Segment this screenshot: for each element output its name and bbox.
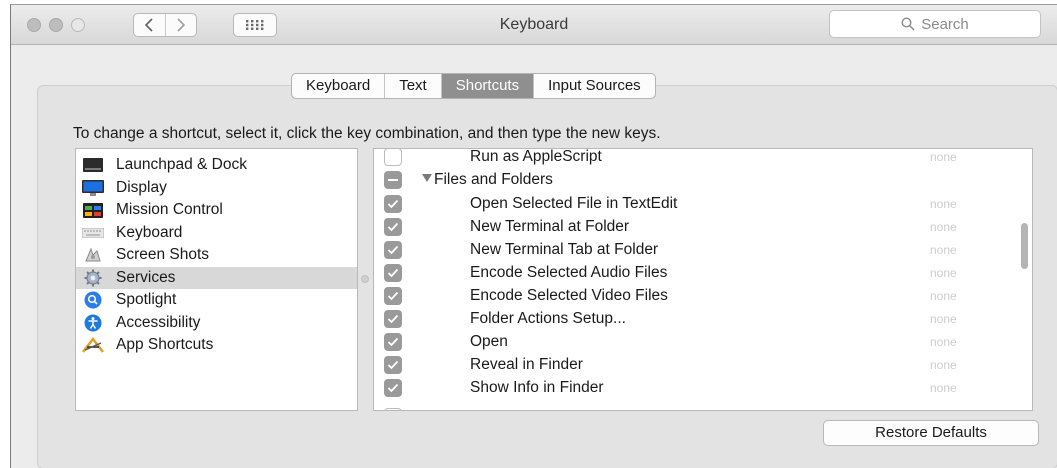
minus-icon [388,178,398,181]
app-shortcuts-icon [82,337,104,353]
checkmark-icon [387,383,399,392]
shortcut-row[interactable]: Encode Selected Audio Files none [374,261,1032,284]
shortcut-checkbox[interactable] [384,378,402,397]
mission-control-icon [82,202,104,218]
shortcut-label: Folder Actions Setup... [470,309,626,327]
checkmark-icon [387,360,399,369]
checkmark-icon [387,268,399,277]
shortcut-key[interactable]: none [930,289,957,303]
shortcut-checkbox[interactable] [384,240,402,259]
shortcut-key[interactable]: none [930,312,957,326]
shortcut-label: New Terminal Tab at Folder [470,240,659,258]
shortcut-label: Open [470,332,508,350]
category-label: Services [116,268,176,286]
tab-text[interactable]: Text [385,74,442,98]
checkmark-icon [387,199,399,208]
shortcut-key[interactable]: none [930,220,957,234]
category-label: App Shortcuts [116,336,214,354]
shortcut-label: Open Selected File in TextEdit [470,194,678,212]
accessibility-icon [82,314,104,332]
display-icon [82,179,104,196]
shortcut-checkbox[interactable] [384,149,402,166]
vertical-scrollbar-thumb[interactable] [1021,223,1028,269]
checkmark-icon [387,245,399,254]
shortcut-checkbox[interactable] [384,309,402,328]
keyboard-icon [82,225,104,241]
title-bar: Keyboard Search [11,5,1057,45]
shortcut-row[interactable]: Encode Selected Video Files none [374,284,1032,307]
keyboard-preferences-window: Keyboard Search Keyboard Text Shortcuts … [10,4,1057,468]
tab-keyboard[interactable]: Keyboard [292,74,386,98]
services-gear-icon [82,269,104,287]
shortcut-checkbox[interactable] [384,194,402,213]
shortcut-key[interactable]: none [930,150,957,164]
shortcut-checkbox[interactable] [384,263,402,282]
category-label: Display [116,178,167,196]
shortcut-checkbox [384,407,402,410]
disclosure-triangle-icon[interactable] [422,174,432,185]
shortcut-row[interactable]: New Terminal Tab at Folder none [374,238,1032,261]
search-field[interactable]: Search [829,10,1041,38]
shortcuts-list: Run as AppleScript none Files and Folder… [373,148,1033,411]
shortcut-row[interactable]: Open none [374,330,1032,353]
search-placeholder: Search [921,15,969,33]
search-icon [901,17,915,31]
category-screen-shots[interactable]: Screen Shots [76,244,357,267]
spotlight-icon [82,291,104,309]
shortcut-label: Encode Selected Audio Files [470,263,668,281]
checkmark-icon [387,337,399,346]
category-launchpad-dock[interactable]: Launchpad & Dock [76,154,357,177]
screen-shots-icon [82,247,104,263]
launchpad-dock-icon [82,157,104,173]
tab-shortcuts[interactable]: Shortcuts [441,74,535,98]
shortcut-key[interactable]: none [930,197,957,211]
shortcut-row[interactable]: Open Selected File in TextEdit none [374,192,1032,215]
shortcut-label: Show Info in Finder [470,378,604,396]
shortcut-key[interactable]: none [930,381,957,395]
shortcut-row[interactable]: Reveal in Finder none [374,353,1032,376]
category-services[interactable]: Services [76,266,357,289]
restore-defaults-button[interactable]: Restore Defaults [823,420,1039,446]
shortcut-key[interactable]: none [930,243,957,257]
category-label: Screen Shots [116,246,210,264]
shortcut-row[interactable]: Run as AppleScript none [374,148,1032,168]
category-spotlight[interactable]: Spotlight [76,289,357,312]
shortcut-row[interactable]: New Terminal at Folder none [374,215,1032,238]
checkmark-icon [387,314,399,323]
list-splitter-handle[interactable] [361,275,369,283]
instruction-text: To change a shortcut, select it, click t… [73,125,661,142]
category-list: Launchpad & Dock Display Mission Control… [75,148,358,411]
category-keyboard[interactable]: Keyboard [76,222,357,245]
group-label: Files and Folders [434,170,553,188]
shortcut-checkbox[interactable] [384,355,402,374]
category-label: Spotlight [116,291,177,309]
tab-bar: Keyboard Text Shortcuts Input Sources [291,73,656,99]
category-label: Mission Control [116,201,223,219]
category-display[interactable]: Display [76,177,357,200]
shortcut-checkbox[interactable] [384,332,402,351]
shortcut-checkbox[interactable] [384,217,402,236]
shortcut-label: Run as AppleScript [470,148,602,165]
checkmark-icon [387,222,399,231]
category-mission-control[interactable]: Mission Control [76,199,357,222]
shortcut-row[interactable]: Show Info in Finder none [374,376,1032,399]
category-accessibility[interactable]: Accessibility [76,312,357,335]
shortcut-row-partial [374,401,1032,410]
category-label: Accessibility [116,313,201,331]
category-label: Launchpad & Dock [116,156,247,174]
shortcut-checkbox[interactable] [384,286,402,305]
shortcut-label: Encode Selected Video Files [470,286,668,304]
shortcut-key[interactable]: none [930,335,957,349]
category-label: Keyboard [116,223,183,241]
shortcut-key[interactable]: none [930,266,957,280]
category-app-shortcuts[interactable]: App Shortcuts [76,334,357,357]
shortcut-key[interactable]: none [930,358,957,372]
shortcut-label: New Terminal at Folder [470,217,630,235]
shortcut-group-row[interactable]: Files and Folders [374,168,1032,191]
checkmark-icon [387,291,399,300]
tab-input-sources[interactable]: Input Sources [534,74,655,98]
shortcut-row[interactable]: Folder Actions Setup... none [374,307,1032,330]
shortcut-label: Reveal in Finder [470,355,583,373]
group-checkbox[interactable] [384,170,402,189]
